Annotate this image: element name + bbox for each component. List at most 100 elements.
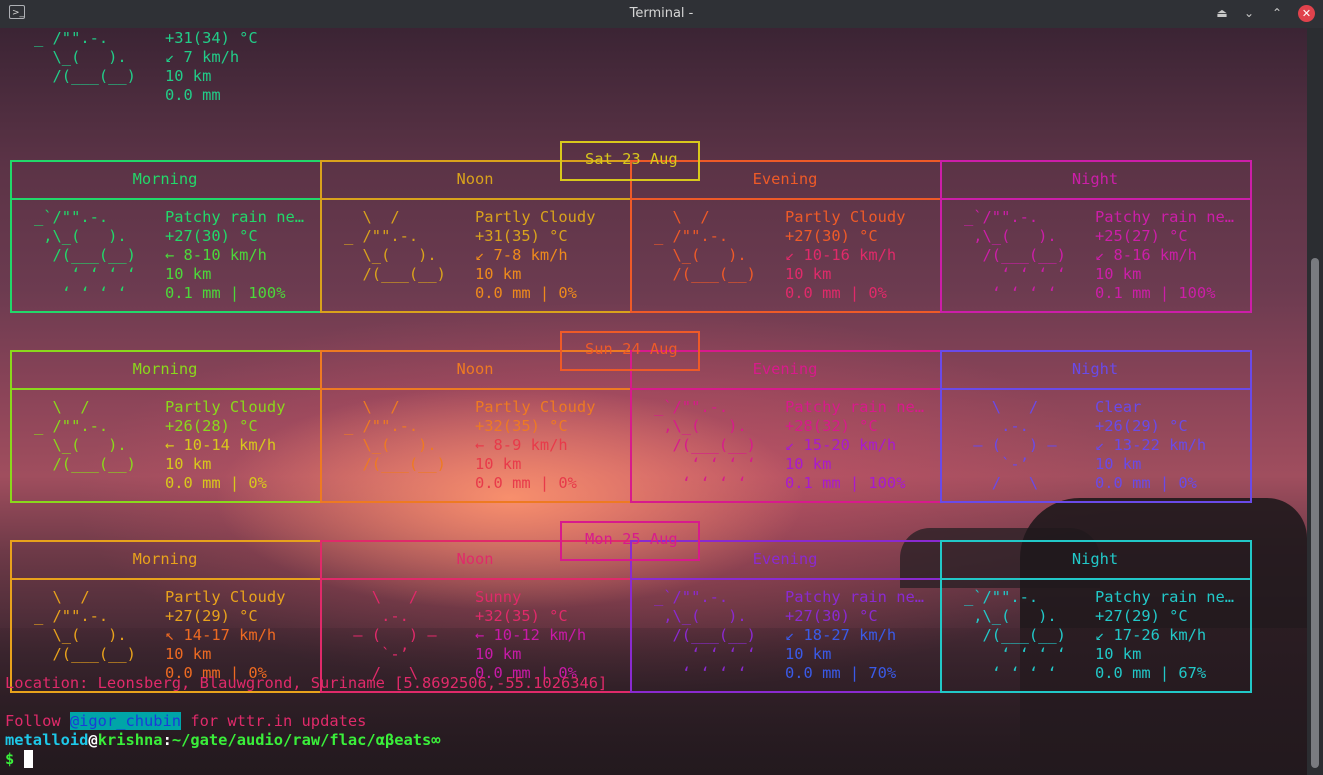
weather-art-line: ,\_( ). xyxy=(654,417,747,435)
weather-art-line: _ /"".-. xyxy=(654,227,729,245)
weather-info-line: +27(30) °C xyxy=(165,227,258,245)
current-info-line: 0.0 mm xyxy=(165,86,221,104)
weather-info-line: 10 km xyxy=(1095,645,1142,663)
follow-handle[interactable]: @igor_chubin xyxy=(69,712,182,730)
text-cursor xyxy=(23,750,33,768)
weather-info-line: Partly Cloudy xyxy=(785,208,906,226)
period-name: Morning xyxy=(132,170,198,188)
weather-art-line: \ / xyxy=(34,588,90,606)
weather-art-line: \ / xyxy=(34,398,90,416)
command-input-line[interactable]: $ xyxy=(5,750,33,769)
window-title: Terminal - xyxy=(629,6,694,21)
weather-art-line: /(___(__) xyxy=(964,626,1066,644)
weather-info-line: +28(32) °C xyxy=(785,417,878,435)
period-name: Night xyxy=(1071,170,1119,188)
weather-art-line: ― ( ) ― xyxy=(344,626,437,644)
minimize-icon[interactable]: ⌄ xyxy=(1242,6,1256,20)
weather-art-line: \_( ). xyxy=(34,626,127,644)
period-name: Noon xyxy=(456,170,494,188)
weather-art-line: ‘ ‘ ‘ ‘ xyxy=(964,645,1066,663)
weather-art-line: _ /"".-. xyxy=(34,417,109,435)
current-art-line: _ /"".-. xyxy=(34,29,109,47)
weather-art-line: ,\_( ). xyxy=(964,607,1057,625)
weather-art-line: ‘ ‘ ‘ ‘ xyxy=(654,645,756,663)
weather-info-line: 10 km xyxy=(165,645,212,663)
current-info-line: +31(34) °C xyxy=(165,29,258,47)
close-icon[interactable]: ✕ xyxy=(1298,5,1315,22)
weather-art-line: `-’ xyxy=(964,455,1029,473)
prompt-host: krishna xyxy=(97,731,163,749)
weather-art-line: .-. xyxy=(344,607,409,625)
weather-info-line: 0.0 mm | 0% xyxy=(785,284,887,302)
weather-art-line: _`/"".-. xyxy=(654,398,729,416)
weather-info-line: +27(30) °C xyxy=(785,607,878,625)
weather-art-line: /(___(__) xyxy=(654,626,756,644)
weather-art-line: ‘ ‘ ‘ ‘ xyxy=(654,474,747,492)
current-info-line: ↙ 7 km/h xyxy=(165,48,240,66)
weather-info-line: 10 km xyxy=(475,455,522,473)
period-name: Noon xyxy=(456,360,494,378)
weather-info-line: 10 km xyxy=(165,265,212,283)
prompt-at: @ xyxy=(88,731,98,749)
weather-info-line: 0.0 mm | 0% xyxy=(1095,474,1197,492)
prompt-sep: : xyxy=(162,731,172,749)
weather-info-line: +27(30) °C xyxy=(785,227,878,245)
weather-info-line: +26(29) °C xyxy=(1095,417,1188,435)
keep-above-icon[interactable]: ⏏ xyxy=(1215,6,1229,20)
weather-art-line: /(___(__) xyxy=(34,645,136,663)
weather-info-line: Sunny xyxy=(475,588,522,606)
scrollbar-thumb[interactable] xyxy=(1311,258,1319,768)
weather-info-line: 10 km xyxy=(785,455,832,473)
weather-info-line: ← 8-10 km/h xyxy=(165,246,267,264)
weather-info-line: +32(35) °C xyxy=(475,417,568,435)
period-name: Morning xyxy=(132,360,198,378)
weather-info-line: 10 km xyxy=(785,645,832,663)
period-name: Noon xyxy=(456,550,494,568)
weather-art-line: ‘ ‘ ‘ ‘ xyxy=(964,265,1066,283)
weather-info-line: 10 km xyxy=(1095,265,1142,283)
weather-art-line: _ /"".-. xyxy=(344,417,419,435)
prompt-symbol: $ xyxy=(5,750,24,768)
weather-art-line: ‘ ‘ ‘ ‘ xyxy=(34,265,136,283)
weather-info-line: ↙ 10-16 km/h xyxy=(785,246,897,264)
current-art-line: /(___(__) xyxy=(34,67,136,85)
weather-info-line: Partly Cloudy xyxy=(475,208,596,226)
weather-info-line: 10 km xyxy=(785,265,832,283)
weather-art-line: \_( ). xyxy=(344,246,437,264)
weather-info-line: 0.0 mm | 0% xyxy=(475,474,577,492)
weather-art-line: /(___(__) xyxy=(34,246,136,264)
period-name: Morning xyxy=(132,550,198,568)
period-name: Evening xyxy=(752,360,818,378)
maximize-icon[interactable]: ⌃ xyxy=(1270,6,1284,20)
weather-art-line: \ / xyxy=(964,398,1039,416)
date-label: Sun 24 Aug xyxy=(585,340,678,358)
weather-info-line: ↙ 17-26 km/h xyxy=(1095,626,1207,644)
weather-info-line: Patchy rain ne… xyxy=(1095,588,1234,606)
weather-info-line: 0.0 mm | 67% xyxy=(1095,664,1207,682)
weather-info-line: ↙ 13-22 km/h xyxy=(1095,436,1207,454)
weather-info-line: ← 10-12 km/h xyxy=(475,626,587,644)
weather-info-line: +27(29) °C xyxy=(165,607,258,625)
period-name: Evening xyxy=(752,170,818,188)
weather-info-line: Partly Cloudy xyxy=(475,398,596,416)
weather-art-line: ‘ ‘ ‘ ‘ xyxy=(654,664,747,682)
scrollbar[interactable] xyxy=(1307,28,1323,775)
weather-art-line: /(___(__) xyxy=(654,436,756,454)
terminal-viewport[interactable]: _ /"".-. +31(34) °C \_( ). ↙ 7 km/h /(___(… xyxy=(0,28,1307,775)
weather-art-line: .-. xyxy=(964,417,1029,435)
weather-art-line: \_( ). xyxy=(34,436,127,454)
weather-art-line: _`/"".-. xyxy=(964,208,1039,226)
weather-art-line: /(___(__) xyxy=(654,265,756,283)
prompt-path: ~/gate/audio/raw/flac/αβeats∞ xyxy=(171,731,441,749)
period-name: Night xyxy=(1071,360,1119,378)
weather-art-line: _`/"".-. xyxy=(34,208,109,226)
weather-info-line: ← 10-14 km/h xyxy=(165,436,277,454)
weather-info-line: +26(28) °C xyxy=(165,417,258,435)
weather-art-line: \ / xyxy=(344,588,419,606)
weather-art-line: ‘ ‘ ‘ ‘ xyxy=(964,664,1057,682)
period-name: Night xyxy=(1071,550,1119,568)
weather-info-line: ↙ 18-27 km/h xyxy=(785,626,897,644)
terminal-window: >_ Terminal - ⏏ ⌄ ⌃ ✕ _ /"".-. +31(34) °C… xyxy=(0,0,1323,775)
follow-prefix: Follow xyxy=(5,712,70,730)
period-name: Evening xyxy=(752,550,818,568)
